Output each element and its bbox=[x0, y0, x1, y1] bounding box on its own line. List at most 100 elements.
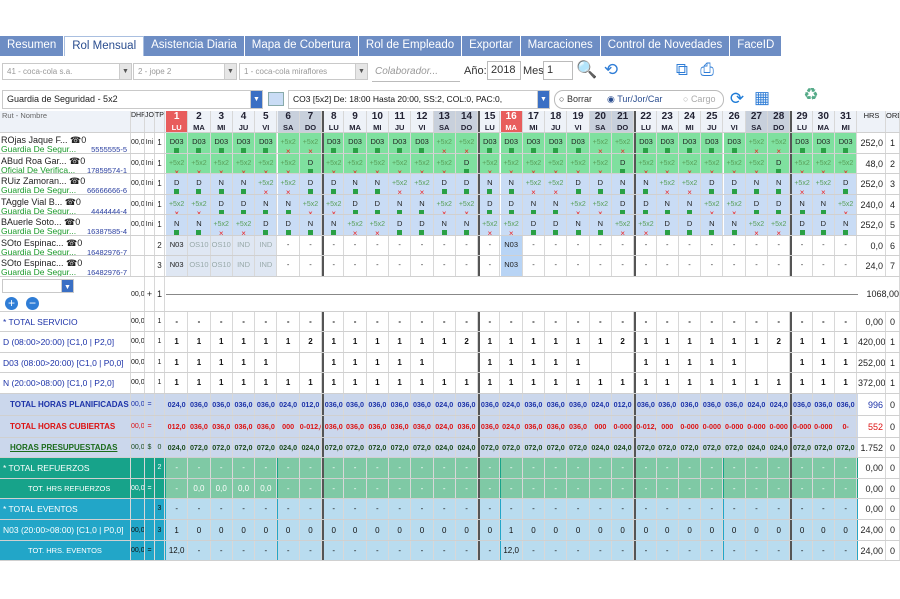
shift-cell[interactable]: +5x2 × bbox=[634, 153, 657, 173]
shift-cell[interactable]: - bbox=[411, 256, 434, 276]
shift-cell[interactable]: +5x2 × bbox=[255, 174, 278, 194]
shift-cell[interactable]: +5x2 × bbox=[210, 153, 233, 173]
shift-cell[interactable]: - bbox=[589, 235, 612, 255]
shift-cell[interactable]: N bbox=[478, 174, 501, 194]
day-header-21[interactable]: 21 DO bbox=[612, 111, 635, 132]
shift-cell[interactable]: D bbox=[723, 174, 746, 194]
shift-cell[interactable]: - bbox=[656, 256, 679, 276]
shift-cell[interactable]: +5x2 × bbox=[678, 174, 702, 194]
shift-cell[interactable]: N bbox=[701, 215, 724, 235]
shift-cell[interactable]: +5x2 × bbox=[745, 153, 769, 173]
day-header-27[interactable]: 27 SA bbox=[745, 111, 769, 132]
shift-cell[interactable]: +5x2 × bbox=[790, 153, 813, 173]
shift-cell[interactable]: N bbox=[322, 215, 345, 235]
shift-cell[interactable]: N bbox=[188, 215, 211, 235]
shift-cell[interactable]: N bbox=[433, 215, 456, 235]
service-select[interactable]: Guardia de Seguridad - 5x2 ▼ bbox=[2, 90, 263, 109]
shift-cell[interactable]: - bbox=[433, 256, 456, 276]
shift-cell[interactable]: - bbox=[768, 235, 791, 255]
shift-cell[interactable]: D03 bbox=[656, 133, 679, 153]
shift-cell[interactable]: N bbox=[500, 174, 523, 194]
shift-cell[interactable]: D bbox=[277, 215, 300, 235]
shift-cell[interactable]: +5x2 × bbox=[389, 174, 412, 194]
shift-cell[interactable]: D03 bbox=[500, 133, 523, 153]
radio-tur[interactable]: ◉ Tur/Jor/Car bbox=[607, 91, 662, 108]
shift-cell[interactable]: +5x2 × bbox=[188, 194, 211, 214]
shift-cell[interactable]: D03 bbox=[188, 133, 211, 153]
shift-cell[interactable]: - bbox=[344, 256, 367, 276]
shift-cell[interactable]: - bbox=[835, 256, 858, 276]
tab-rol-de-empleado[interactable]: Rol de Empleado bbox=[358, 36, 463, 56]
employee-name-cell[interactable]: ABud Roa Gar... ☎0 Oficial De Verifica...… bbox=[0, 153, 131, 173]
shift-cell[interactable]: - bbox=[634, 235, 657, 255]
shift-cell[interactable]: - bbox=[768, 256, 791, 276]
shift-cell[interactable]: +5x2 × bbox=[411, 174, 434, 194]
shift-cell[interactable]: +5x2 × bbox=[232, 215, 256, 235]
shift-cell[interactable]: +5x2 × bbox=[433, 133, 456, 153]
shift-cell[interactable]: D03 bbox=[835, 133, 858, 153]
shift-cell[interactable]: - bbox=[389, 235, 412, 255]
shift-cell[interactable]: D bbox=[522, 215, 546, 235]
shift-cell[interactable]: - bbox=[545, 256, 568, 276]
shift-cell[interactable]: +5x2 × bbox=[166, 153, 189, 173]
shift-cell[interactable]: N bbox=[166, 215, 189, 235]
day-header-29[interactable]: 29 LU bbox=[790, 111, 813, 132]
branch-select[interactable]: 1 - coca-cola miraflores ▼ bbox=[239, 63, 368, 80]
shift-cell[interactable]: D bbox=[389, 215, 412, 235]
shift-cell[interactable]: N03 bbox=[500, 235, 523, 255]
boss-select[interactable]: 2 - jope 2 ▼ bbox=[133, 63, 237, 80]
shift-cell[interactable]: +5x2 × bbox=[322, 194, 345, 214]
shift-cell[interactable]: +5x2 × bbox=[232, 153, 256, 173]
shift-cell[interactable]: +5x2 × bbox=[656, 174, 679, 194]
shift-cell[interactable]: D bbox=[790, 215, 813, 235]
shift-cell[interactable]: N bbox=[232, 174, 256, 194]
day-header-22[interactable]: 22 LU bbox=[634, 111, 657, 132]
day-header-23[interactable]: 23 MA bbox=[657, 111, 679, 132]
shift-cell[interactable]: D bbox=[455, 153, 479, 173]
radio-cargo[interactable]: ○ Cargo bbox=[683, 91, 715, 108]
shift-cell[interactable]: +5x2 × bbox=[678, 153, 702, 173]
shift-cell[interactable]: D03 bbox=[701, 133, 724, 153]
shift-cell[interactable]: +5x2 × bbox=[768, 215, 791, 235]
shift-cell[interactable]: D03 bbox=[322, 133, 345, 153]
shift-cell[interactable]: D03 bbox=[790, 133, 813, 153]
day-header-17[interactable]: 17 MI bbox=[523, 111, 546, 132]
day-header-9[interactable]: 9 MA bbox=[344, 111, 367, 132]
day-header-25[interactable]: 25 JU bbox=[701, 111, 724, 132]
shift-cell[interactable]: - bbox=[366, 235, 389, 255]
shift-cell[interactable]: N bbox=[634, 174, 657, 194]
day-header-26[interactable]: 26 VI bbox=[724, 111, 746, 132]
shift-cell[interactable]: +5x2 × bbox=[366, 215, 389, 235]
shift-cell[interactable]: +5x2 × bbox=[522, 174, 546, 194]
shift-cell[interactable]: +5x2 × bbox=[455, 194, 479, 214]
shift-cell[interactable]: D bbox=[835, 174, 858, 194]
day-header-18[interactable]: 18 JU bbox=[545, 111, 568, 132]
shift-cell[interactable]: - bbox=[389, 256, 412, 276]
day-header-30[interactable]: 30 MA bbox=[813, 111, 835, 132]
shift-cell[interactable]: - bbox=[723, 256, 746, 276]
shift-cell[interactable]: N03 bbox=[500, 256, 523, 276]
shift-cell[interactable]: +5x2 × bbox=[612, 133, 635, 153]
shift-cell[interactable]: - bbox=[322, 235, 345, 255]
shift-cell[interactable]: - bbox=[678, 256, 702, 276]
shift-cell[interactable]: D bbox=[299, 174, 323, 194]
shift-cell[interactable]: D bbox=[634, 194, 657, 214]
shift-cell[interactable]: +5x2 × bbox=[835, 194, 858, 214]
shift-cell[interactable]: D bbox=[299, 153, 323, 173]
shift-cell[interactable]: - bbox=[344, 235, 367, 255]
shift-cell[interactable]: +5x2 × bbox=[277, 133, 300, 153]
shift-cell[interactable]: D03 bbox=[723, 133, 746, 153]
shift-cell[interactable]: +5x2 × bbox=[745, 215, 769, 235]
shift-cell[interactable]: N bbox=[366, 174, 389, 194]
shift-cell[interactable]: +5x2 × bbox=[277, 153, 300, 173]
day-header-1[interactable]: 1 LU bbox=[166, 111, 189, 132]
shift-cell[interactable]: - bbox=[455, 256, 479, 276]
shift-cell[interactable]: +5x2 × bbox=[210, 215, 233, 235]
shift-cell[interactable]: N bbox=[299, 215, 323, 235]
tab-mapa-de-cobertura[interactable]: Mapa de Cobertura bbox=[244, 36, 359, 56]
shift-cell[interactable]: - bbox=[745, 235, 769, 255]
day-header-31[interactable]: 31 MI bbox=[835, 111, 858, 132]
shift-cell[interactable]: D bbox=[589, 174, 612, 194]
company-select[interactable]: 41 - coca-cola s.a. ▼ bbox=[2, 63, 132, 80]
shift-cell[interactable]: D bbox=[411, 215, 434, 235]
